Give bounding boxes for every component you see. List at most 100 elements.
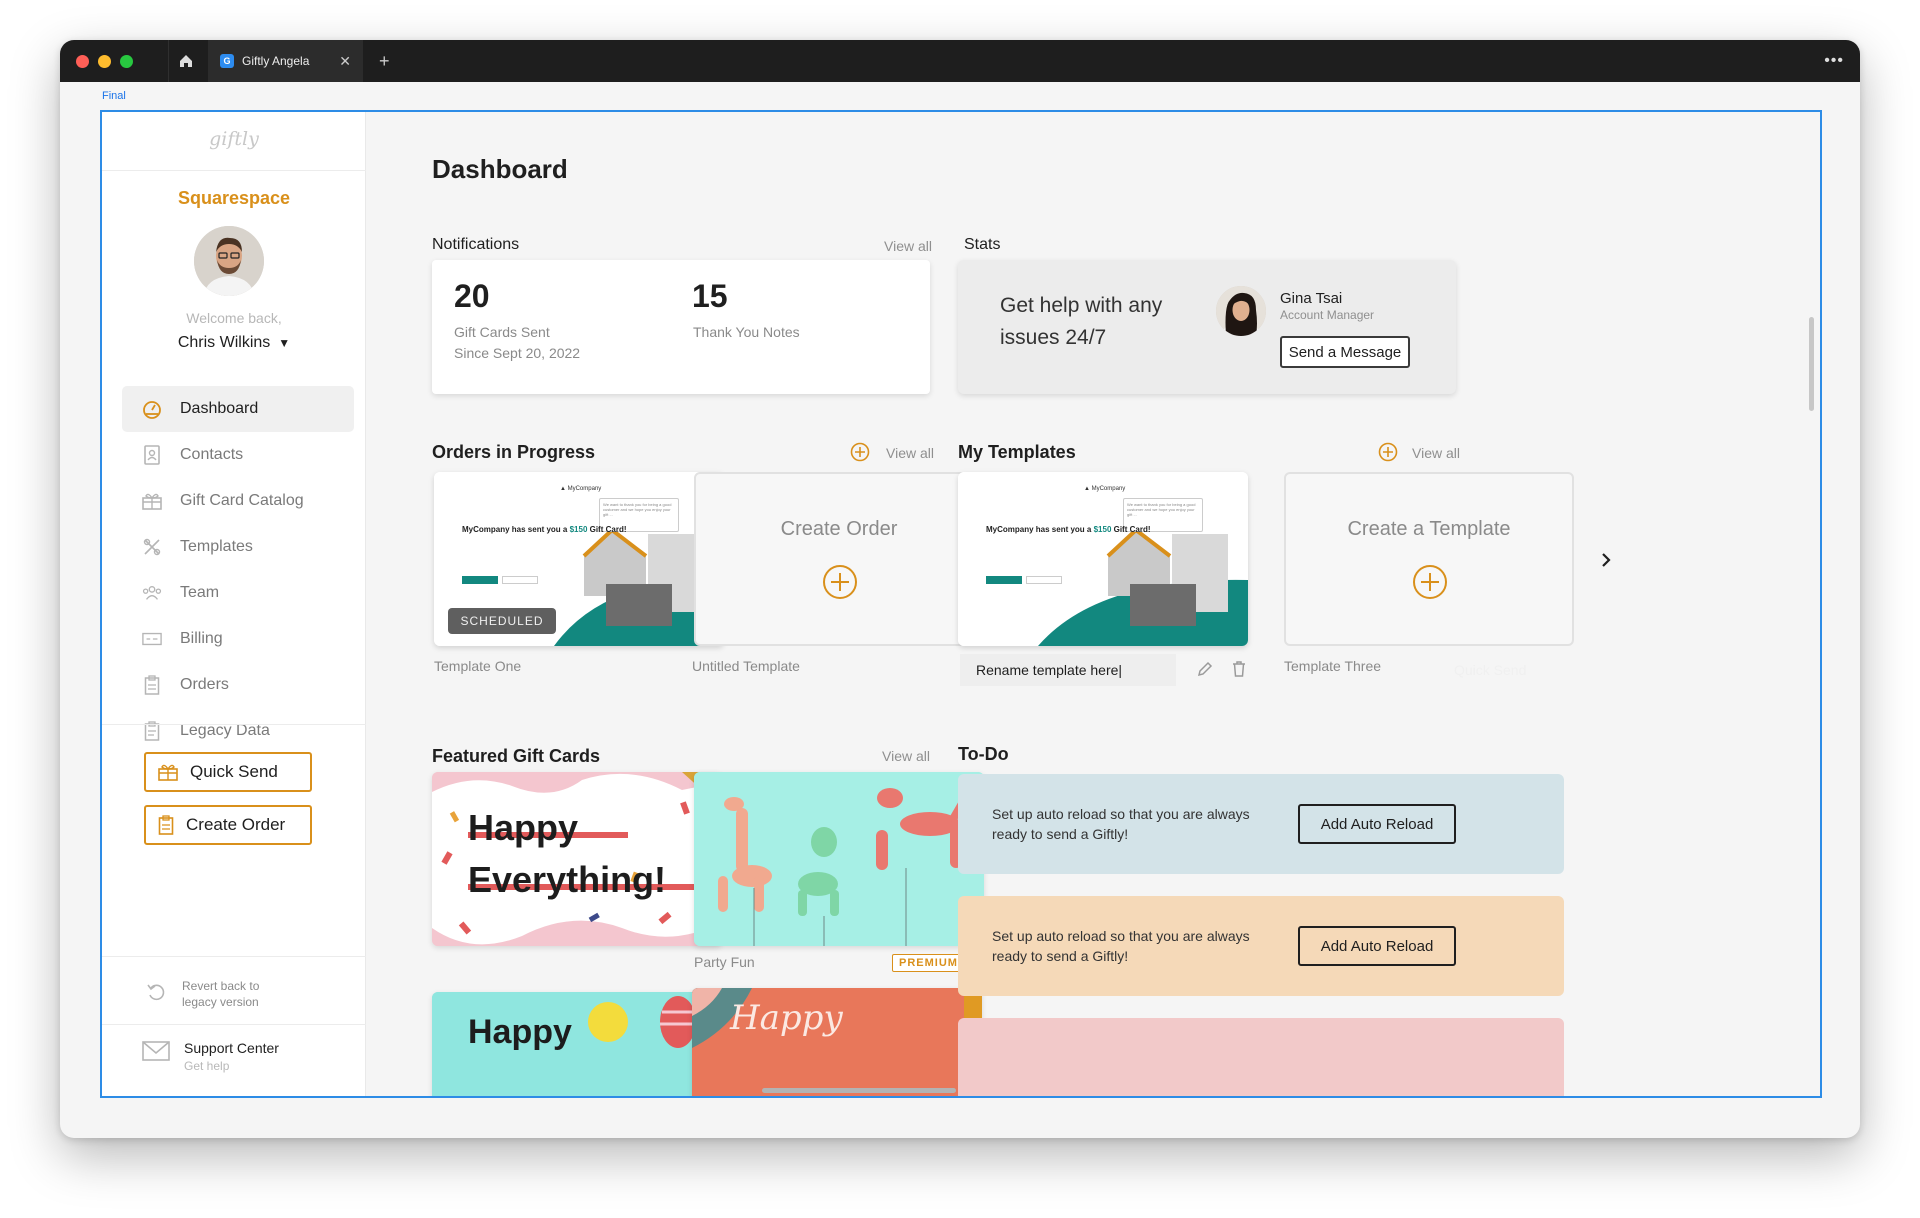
- thank-you-label: Thank You Notes: [693, 324, 800, 340]
- create-order-label: Create Order: [186, 815, 286, 834]
- mini-headline-post: Gift Card!: [1111, 525, 1151, 534]
- manager-role: Account Manager: [1280, 308, 1375, 322]
- gift-card-text: Happy Everything!: [468, 802, 666, 906]
- billing-icon: [142, 629, 162, 649]
- page-title: Dashboard: [432, 154, 568, 184]
- gift-card-happy-everything[interactable]: Happy Everything!: [432, 772, 722, 946]
- gift-cards-since-text: Since Sept 20, 2022: [454, 345, 581, 361]
- mini-headline-pre: MyCompany has sent you a: [986, 525, 1094, 534]
- rename-template-input[interactable]: Rename template here|: [960, 654, 1176, 686]
- user-menu[interactable]: Chris Wilkins ▼: [102, 334, 366, 352]
- window-controls: [60, 54, 168, 68]
- new-tab-icon[interactable]: +: [379, 51, 390, 72]
- thank-you-count: 15: [692, 278, 728, 314]
- orders-icon: [142, 675, 162, 695]
- status-badge: SCHEDULED: [448, 608, 556, 634]
- templates-view-all-link[interactable]: View all: [1412, 445, 1460, 461]
- edit-pencil-icon[interactable]: [1196, 660, 1214, 678]
- gift-card-text: Happy: [730, 998, 843, 1038]
- sidebar-item-orders[interactable]: Orders: [122, 662, 354, 708]
- sidebar-item-billing[interactable]: Billing: [122, 616, 354, 662]
- featured-title: Featured Gift Cards: [432, 746, 601, 766]
- templates-icon: [142, 537, 162, 557]
- create-order-label: Create Order: [780, 518, 898, 540]
- avatar[interactable]: [194, 226, 264, 296]
- create-order-tile[interactable]: Create Order: [694, 472, 984, 646]
- plus-circle-icon: [1413, 565, 1447, 599]
- divider: [102, 1024, 366, 1025]
- gift-cards-label-text: Gift Cards Sent: [454, 324, 550, 340]
- window-resize-handle[interactable]: [762, 1088, 956, 1093]
- sidebar-item-team[interactable]: Team: [122, 570, 354, 616]
- mini-button: [502, 576, 538, 584]
- scrollbar[interactable]: [1809, 317, 1814, 411]
- template-card[interactable]: ▲ MyCompany We want to thank you for bei…: [958, 472, 1248, 646]
- order-card-template-one[interactable]: ▲ MyCompany We want to thank you for bei…: [434, 472, 724, 646]
- orders-view-all-link[interactable]: View all: [886, 445, 934, 461]
- mini-headline: MyCompany has sent you a $150 Gift Card!: [986, 524, 1151, 536]
- support-subtitle: Get help: [184, 1059, 230, 1073]
- more-options-icon[interactable]: •••: [1824, 52, 1844, 70]
- minimize-window-button[interactable]: [98, 54, 111, 68]
- order-caption: Template One: [434, 658, 522, 674]
- notifications-view-all-link[interactable]: View all: [884, 238, 932, 254]
- home-icon[interactable]: [168, 40, 202, 82]
- template-caption: Template Three: [1284, 658, 1382, 674]
- sidebar-item-contacts[interactable]: Contacts: [122, 432, 354, 478]
- balloon-animals-graphic: [694, 772, 984, 946]
- clipboard-icon: [158, 815, 174, 835]
- dashboard-icon: [142, 399, 162, 419]
- giftly-logo[interactable]: giftly: [102, 128, 366, 150]
- sidebar-item-templates[interactable]: Templates: [122, 524, 354, 570]
- browser-tab[interactable]: G Giftly Angela ✕: [208, 40, 363, 82]
- gift-card-party-fun[interactable]: [694, 772, 984, 946]
- gift-icon: [158, 763, 178, 781]
- app-frame: giftly Squarespace Welcome back, Chris W…: [100, 110, 1822, 1098]
- caret-down-icon[interactable]: ▼: [278, 336, 290, 350]
- close-window-button[interactable]: [76, 54, 89, 68]
- divider: [102, 956, 366, 957]
- templates-title: My Templates: [958, 442, 1076, 462]
- mini-headline-pre: MyCompany has sent you a: [462, 525, 570, 534]
- create-order-button[interactable]: Create Order: [144, 805, 312, 845]
- close-tab-icon[interactable]: ✕: [339, 53, 351, 70]
- quick-send-button[interactable]: Quick Send: [144, 752, 312, 792]
- send-message-button[interactable]: Send a Message: [1280, 336, 1410, 368]
- manager-name: Gina Tsai: [1280, 290, 1343, 307]
- mini-button: [986, 576, 1022, 584]
- welcome-text: Welcome back,: [186, 310, 282, 326]
- featured-view-all-link[interactable]: View all: [882, 748, 930, 764]
- trash-icon[interactable]: [1230, 660, 1248, 678]
- revert-legacy-link[interactable]: Revert back to legacy version: [146, 978, 259, 1010]
- sidebar-nav: Dashboard Contacts Gift Card Catalog Tem…: [122, 386, 354, 754]
- add-order-icon[interactable]: [850, 442, 870, 462]
- sidebar-item-label: Templates: [180, 538, 253, 555]
- sidebar-item-label: Team: [180, 584, 220, 601]
- mini-company-logo: ▲ MyCompany: [560, 486, 602, 492]
- mini-button: [1026, 576, 1062, 584]
- add-auto-reload-button[interactable]: Add Auto Reload: [1298, 804, 1456, 844]
- sidebar-item-dashboard[interactable]: Dashboard: [122, 386, 354, 432]
- sidebar-item-label: Orders: [180, 676, 229, 693]
- create-order-caption: Untitled Template: [692, 658, 800, 674]
- gift-card-happy-script[interactable]: Happy: [692, 988, 982, 1096]
- help-text: Get help with any issues 24/7: [1000, 294, 1163, 349]
- chevron-right-icon[interactable]: [1596, 548, 1616, 572]
- mini-headline: MyCompany has sent you a $150 Gift Card!: [462, 524, 627, 536]
- gift-card-happy-birthday[interactable]: Happy: [432, 992, 722, 1096]
- premium-badge: PREMIUM: [892, 954, 965, 972]
- sidebar-item-gift-card-catalog[interactable]: Gift Card Catalog: [122, 478, 354, 524]
- stats-title: Stats: [964, 236, 1001, 253]
- mini-headline-amount: $150: [569, 525, 588, 534]
- support-center-link[interactable]: Support Center Get help: [142, 1040, 279, 1073]
- main-content: Dashboard Notifications View all 20 Gift…: [366, 112, 1820, 1096]
- todo-text: Set up auto reload so that you are alway…: [992, 806, 1250, 842]
- notifications-title: Notifications: [432, 236, 520, 253]
- create-template-tile[interactable]: Create a Template: [1284, 472, 1574, 646]
- add-template-icon[interactable]: [1378, 442, 1398, 462]
- sidebar-item-legacy-data[interactable]: Legacy Data: [122, 708, 354, 754]
- add-auto-reload-button[interactable]: Add Auto Reload: [1298, 926, 1456, 966]
- sidebar-item-label: Dashboard: [180, 400, 259, 417]
- maximize-window-button[interactable]: [120, 54, 133, 68]
- quick-send-hover-link[interactable]: Quick Send: [1454, 662, 1526, 678]
